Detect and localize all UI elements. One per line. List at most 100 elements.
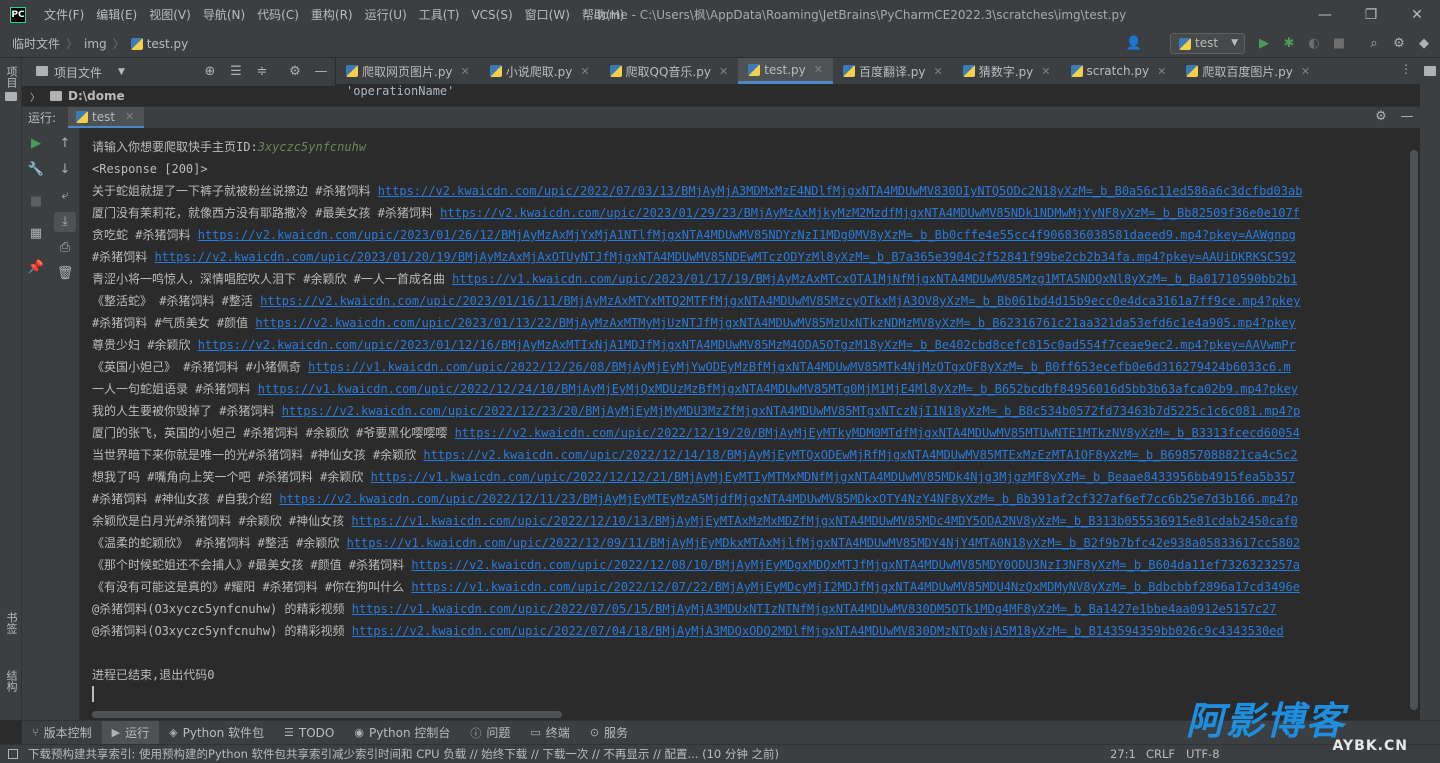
video-url-link[interactable]: https://v2.kwaicdn.com/upic/2023/01/16/1… (260, 294, 1300, 308)
editor-tab-6[interactable]: scratch.py ✕ (1061, 58, 1177, 84)
structure-tool-button[interactable]: 结构 (3, 670, 19, 692)
video-url-link[interactable]: https://v2.kwaicdn.com/upic/2022/07/04/1… (352, 624, 1284, 638)
video-url-link[interactable]: https://v2.kwaicdn.com/upic/2023/01/13/2… (255, 316, 1295, 330)
video-url-link[interactable]: https://v1.kwaicdn.com/upic/2022/12/24/1… (258, 382, 1298, 396)
rerun-icon[interactable]: ▶ (25, 134, 47, 154)
bottom-tab-2[interactable]: ◈ Python 软件包 (159, 721, 274, 744)
video-url-link[interactable]: https://v1.kwaicdn.com/upic/2022/12/07/2… (411, 580, 1300, 594)
maximize-icon[interactable]: ❐ (1348, 0, 1394, 30)
close-tab-icon[interactable]: ✕ (934, 65, 943, 78)
close-tab-icon[interactable]: ✕ (580, 65, 589, 78)
editor-tab-7[interactable]: 爬取百度图片.py ✕ (1176, 58, 1320, 84)
editor-tab-0[interactable]: 爬取网页图片.py ✕ (336, 58, 480, 84)
project-tool-button[interactable]: 项目 (3, 66, 19, 88)
video-url-link[interactable]: https://v1.kwaicdn.com/upic/2022/12/10/1… (351, 514, 1297, 528)
close-tab-icon[interactable]: ✕ (125, 110, 134, 123)
run-icon[interactable]: ▶ (1254, 34, 1274, 54)
video-url-link[interactable]: https://v2.kwaicdn.com/upic/2023/01/20/1… (154, 250, 1296, 264)
search-icon[interactable]: ⌕ (1364, 34, 1384, 54)
menu-window[interactable]: 窗口(W) (519, 0, 576, 30)
stop-icon[interactable]: ■ (1329, 34, 1349, 54)
bottom-tab-6[interactable]: ▭ 终端 (520, 721, 579, 744)
menu-refactor[interactable]: 重构(R) (305, 0, 359, 30)
bottom-tab-7[interactable]: ⊙ 服务 (580, 721, 638, 744)
close-tab-icon[interactable]: ✕ (1301, 65, 1310, 78)
video-url-link[interactable]: https://v2.kwaicdn.com/upic/2023/01/29/2… (440, 206, 1300, 220)
menu-file[interactable]: 文件(F) (38, 0, 90, 30)
scroll-to-end-icon[interactable]: ⤓ (54, 212, 76, 232)
arrow-down-icon[interactable]: ↓ (54, 160, 76, 180)
vertical-scrollbar[interactable] (1410, 150, 1418, 710)
expand-all-icon[interactable]: ☰ (226, 62, 246, 82)
bottom-tab-3[interactable]: ☰ TODO (274, 721, 344, 744)
minimize-icon[interactable]: — (1302, 0, 1348, 30)
pin-icon[interactable]: 📌 (25, 258, 47, 278)
more-tabs-icon[interactable]: ⋮ (1400, 62, 1412, 76)
chevron-right-icon[interactable]: 〉 (30, 89, 40, 104)
gear-icon[interactable]: ⚙ (1371, 107, 1391, 127)
status-message[interactable]: 下载预构建共享索引: 使用预构建的Python 软件包共享索引减少索引时间和 C… (28, 745, 779, 763)
video-url-link[interactable]: https://v2.kwaicdn.com/upic/2022/12/08/1… (411, 558, 1300, 572)
breadcrumb-file[interactable]: test.py (147, 37, 189, 51)
notifications-icon[interactable] (1424, 66, 1436, 76)
wrench-icon[interactable]: 🔧 (25, 160, 47, 180)
editor-tab-3[interactable]: test.py ✕ (738, 58, 833, 84)
video-url-link[interactable]: https://v1.kwaicdn.com/upic/2023/01/17/1… (452, 272, 1297, 286)
trash-icon[interactable]: 🗑 (54, 264, 76, 284)
close-tab-icon[interactable]: ✕ (814, 63, 823, 76)
arrow-up-icon[interactable]: ↑ (54, 134, 76, 154)
menu-vcs[interactable]: VCS(S) (465, 0, 518, 30)
video-url-link[interactable]: https://v2.kwaicdn.com/upic/2023/01/26/1… (198, 228, 1296, 242)
soft-wrap-icon[interactable]: ⤶ (54, 186, 76, 206)
run-config-selector[interactable]: test ▼ (1170, 33, 1245, 54)
bookmarks-tool-button[interactable]: 书签 (3, 612, 19, 634)
gear-icon[interactable]: ⚙ (285, 62, 305, 82)
console-output[interactable]: 请输入你想要爬取快手主页ID:3xyczc5ynfcnuhw <Response… (80, 128, 1420, 720)
video-url-link[interactable]: https://v1.kwaicdn.com/upic/2022/12/26/0… (308, 360, 1291, 374)
stop-icon[interactable]: ■ (25, 192, 47, 212)
video-url-link[interactable]: https://v2.kwaicdn.com/upic/2022/12/23/2… (282, 404, 1301, 418)
project-view-selector[interactable]: 项目文件 ▼ (54, 58, 125, 86)
menu-navigate[interactable]: 导航(N) (197, 0, 251, 30)
line-separator[interactable]: CRLF (1146, 745, 1175, 763)
hide-panel-icon[interactable]: — (311, 62, 331, 82)
menu-view[interactable]: 视图(V) (143, 0, 197, 30)
hide-panel-icon[interactable]: — (1397, 107, 1417, 127)
editor-tab-5[interactable]: 猜数字.py ✕ (953, 58, 1061, 84)
menu-code[interactable]: 代码(C) (251, 0, 305, 30)
close-tab-icon[interactable]: ✕ (1157, 65, 1166, 78)
video-url-link[interactable]: https://v2.kwaicdn.com/upic/2022/12/11/2… (279, 492, 1298, 506)
ide-update-icon[interactable]: ◆ (1414, 34, 1434, 54)
run-tab[interactable]: test ✕ (68, 107, 145, 128)
horizontal-scrollbar[interactable] (92, 711, 562, 718)
editor-tab-2[interactable]: 爬取QQ音乐.py ✕ (600, 58, 739, 84)
locate-icon[interactable]: ⊕ (200, 62, 220, 82)
close-tab-icon[interactable]: ✕ (719, 65, 728, 78)
video-url-link[interactable]: https://v1.kwaicdn.com/upic/2022/12/12/2… (371, 470, 1296, 484)
bottom-tab-1[interactable]: ▶ 运行 (101, 721, 160, 744)
toggle-tool-windows-icon[interactable] (8, 749, 18, 759)
close-tab-icon[interactable]: ✕ (461, 65, 470, 78)
menu-help[interactable]: 帮助(H) (576, 0, 630, 30)
caret-position[interactable]: 27:1 (1110, 745, 1136, 763)
editor-tab-1[interactable]: 小说爬取.py ✕ (480, 58, 600, 84)
coverage-icon[interactable]: ◐ (1304, 34, 1324, 54)
menu-edit[interactable]: 编辑(E) (90, 0, 143, 30)
video-url-link[interactable]: https://v2.kwaicdn.com/upic/2022/12/14/1… (423, 448, 1297, 462)
video-url-link[interactable]: https://v2.kwaicdn.com/upic/2022/07/03/1… (378, 184, 1303, 198)
breadcrumb-img[interactable]: img (84, 37, 107, 51)
project-tree-item[interactable]: 〉 D:\dome (22, 86, 335, 106)
settings-icon[interactable]: ⚙ (1389, 34, 1409, 54)
menu-run[interactable]: 运行(U) (359, 0, 413, 30)
layout-icon[interactable]: ▦ (25, 224, 47, 244)
bottom-tab-4[interactable]: ◉ Python 控制台 (344, 721, 460, 744)
bottom-tab-5[interactable]: ⓘ 问题 (460, 721, 520, 744)
video-url-link[interactable]: https://v2.kwaicdn.com/upic/2022/12/19/2… (455, 426, 1300, 440)
video-url-link[interactable]: https://v1.kwaicdn.com/upic/2022/12/09/1… (347, 536, 1301, 550)
video-url-link[interactable]: https://v1.kwaicdn.com/upic/2022/07/05/1… (352, 602, 1277, 616)
user-icon[interactable]: 👤 (1124, 34, 1144, 54)
menu-tools[interactable]: 工具(T) (413, 0, 466, 30)
editor-tab-4[interactable]: 百度翻译.py ✕ (833, 58, 953, 84)
close-tab-icon[interactable]: ✕ (1041, 65, 1050, 78)
bottom-tab-0[interactable]: ⑂ 版本控制 (22, 721, 102, 744)
